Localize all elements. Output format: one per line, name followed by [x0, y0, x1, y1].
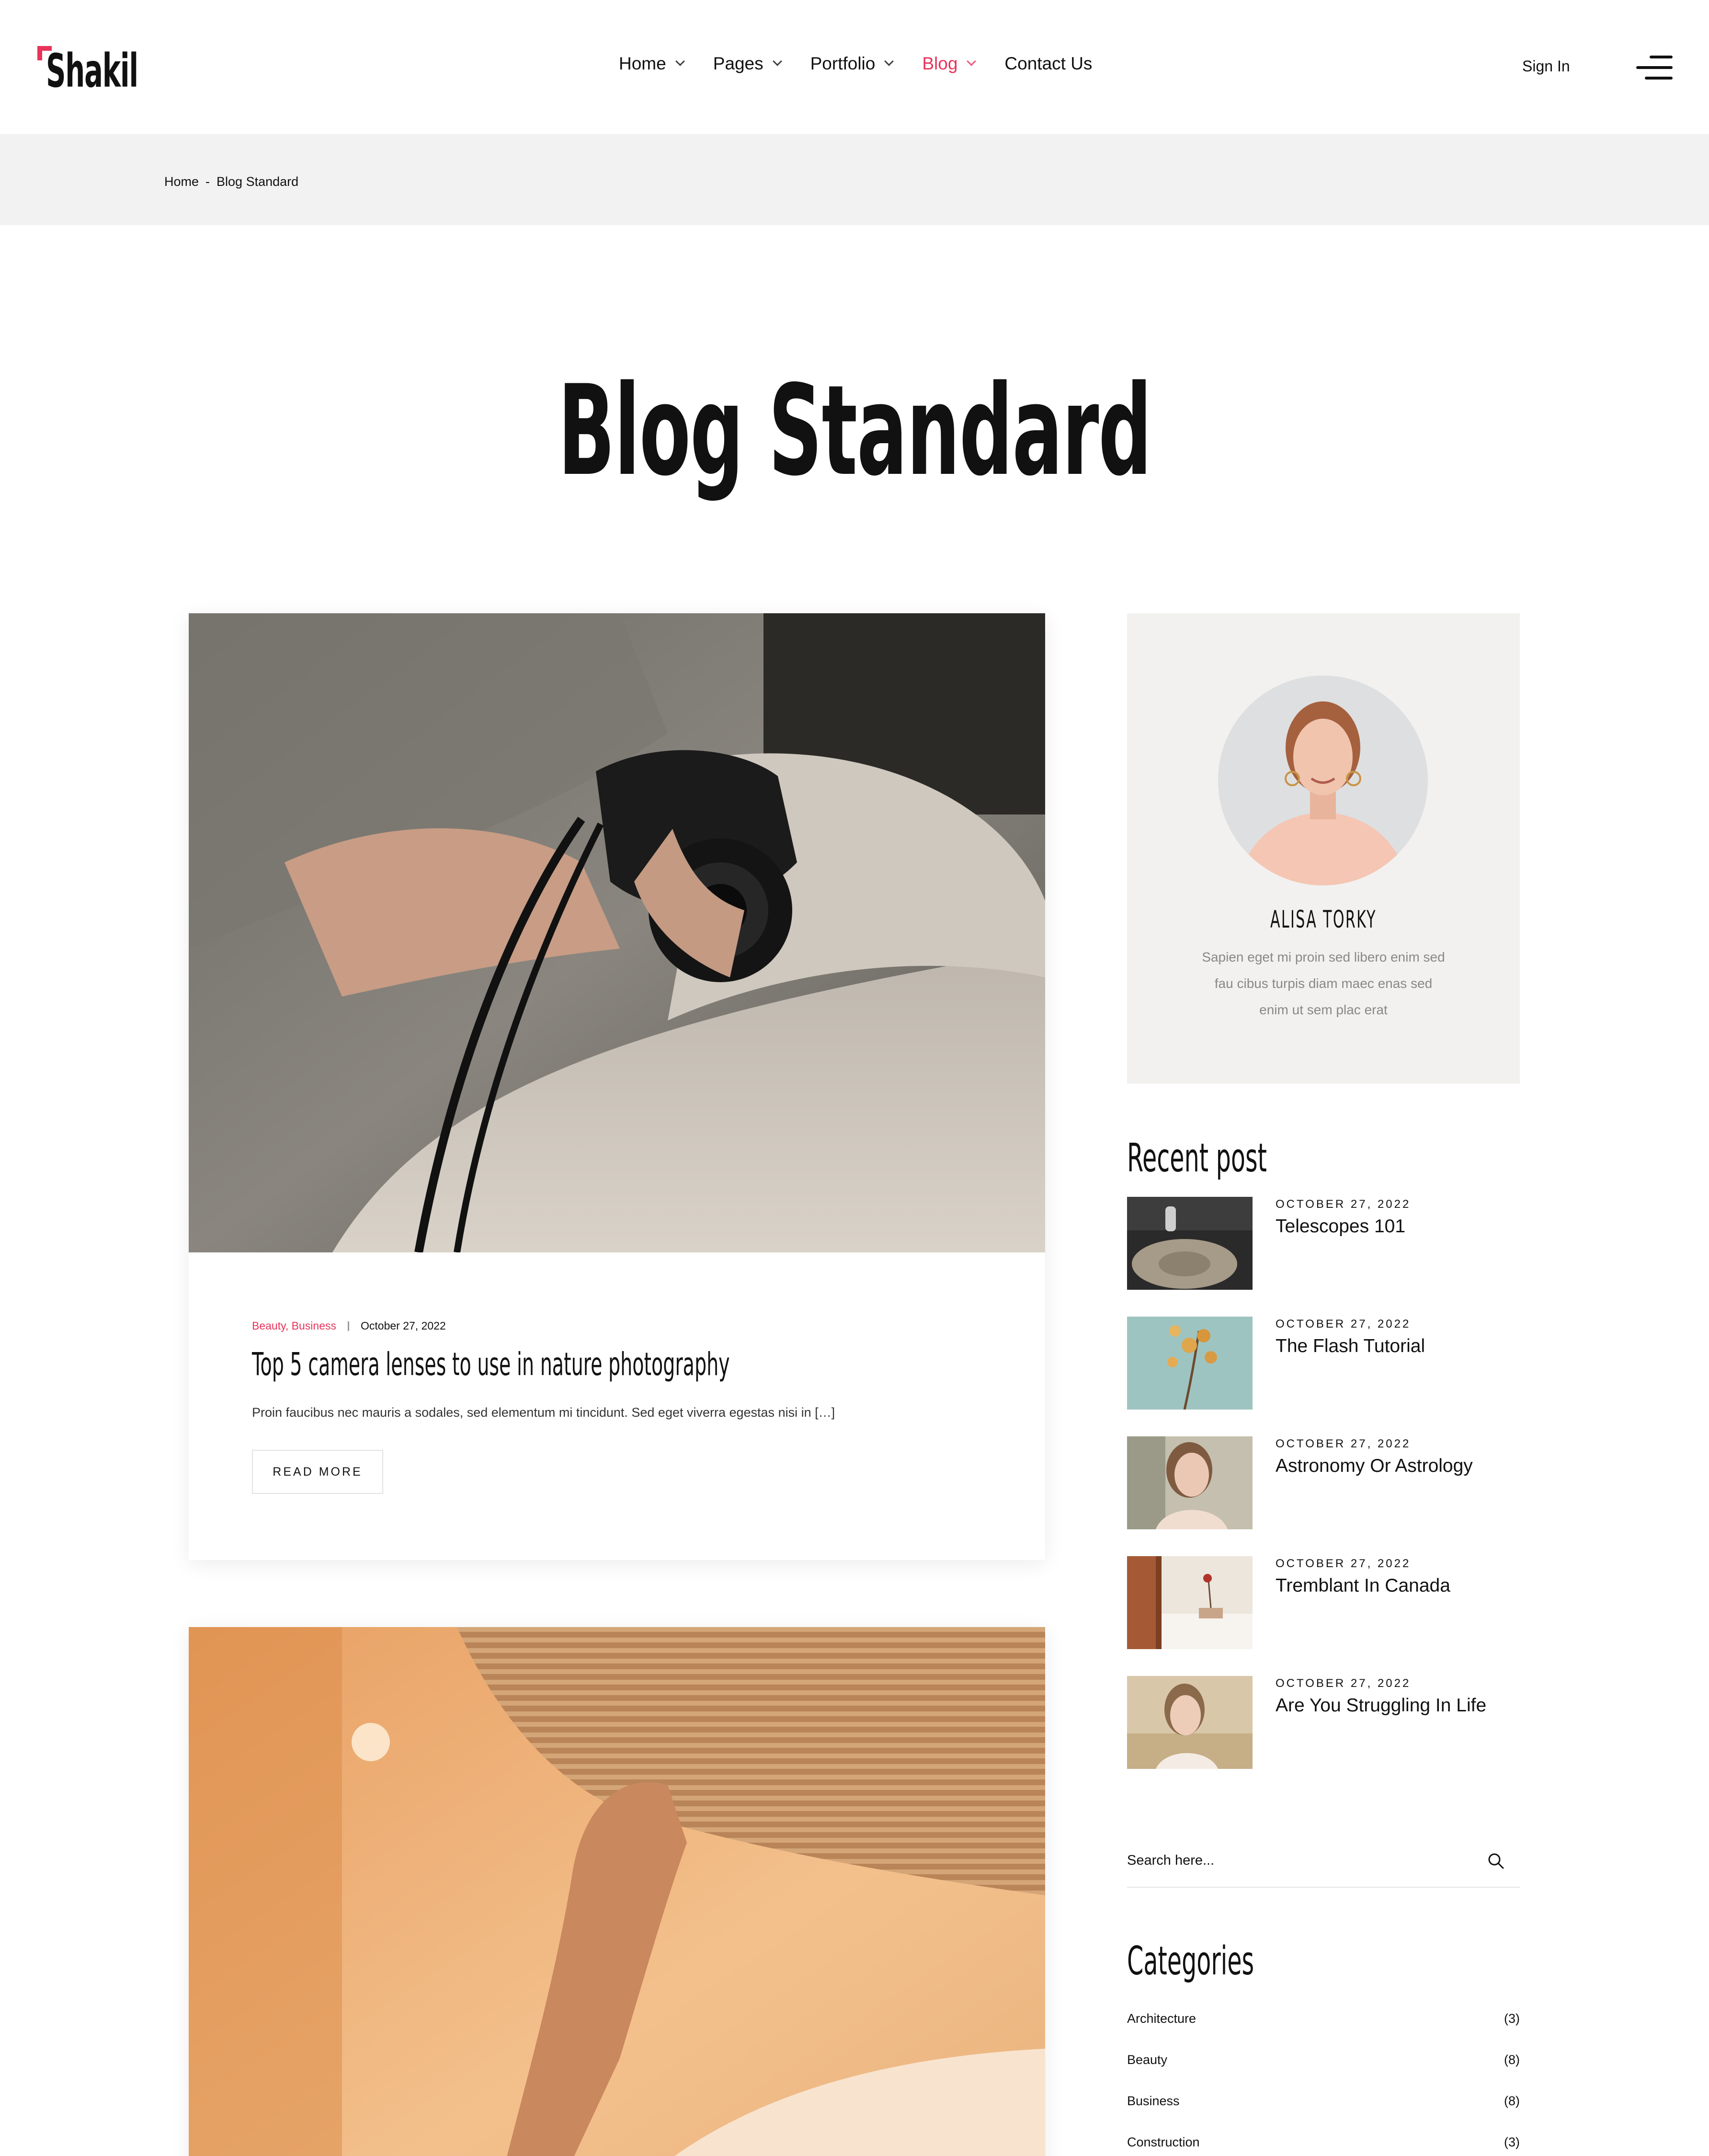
post-card: Beauty, Business October 27, 2022 Top 5 …	[189, 613, 1045, 1560]
meta-divider	[348, 1321, 350, 1331]
avatar	[1218, 676, 1428, 885]
hamburger-menu-icon[interactable]	[1636, 56, 1673, 80]
search-icon[interactable]	[1486, 1851, 1505, 1870]
category-name[interactable]: Architecture	[1127, 2011, 1196, 2026]
logo-text: Shakil	[46, 44, 138, 98]
woman-thumb-image	[1127, 1436, 1253, 1529]
nav-item-label: Pages	[713, 54, 763, 73]
category-item[interactable]: Construction (3)	[1127, 2135, 1520, 2156]
author-bio: Sapien eget mi proin sed libero enim sed…	[1185, 944, 1462, 1023]
chevron-down-icon	[967, 57, 977, 66]
breadcrumb: Home - Blog Standard	[164, 174, 298, 189]
author-card: ALISA TORKY Sapien eget mi proin sed lib…	[1127, 613, 1520, 1084]
category-count: (8)	[1504, 2053, 1520, 2067]
breadcrumb-home[interactable]: Home	[164, 174, 199, 189]
nav-item-label: Home	[619, 54, 666, 73]
nav-item-pages[interactable]: Pages	[713, 54, 782, 74]
post-image-hat[interactable]	[189, 1627, 1045, 2156]
category-name[interactable]: Construction	[1127, 2135, 1200, 2149]
category-item[interactable]: Beauty (8)	[1127, 2053, 1520, 2076]
author-bio-line: enim ut sem plac erat	[1259, 1002, 1388, 1017]
breadcrumb-separator: -	[205, 174, 210, 189]
category-item[interactable]: Business (8)	[1127, 2094, 1520, 2118]
post-excerpt: Proin faucibus nec mauris a sodales, sed…	[252, 1405, 835, 1420]
sign-in-link[interactable]: Sign In	[1522, 57, 1570, 75]
page-title-wrap: Blog Standard	[0, 369, 1709, 493]
recent-post-heading-wrap: Recent post	[1127, 1135, 1360, 1181]
main-nav: Home Pages Portfolio Blog Contact Us	[619, 54, 1122, 74]
bedroom-thumb-image	[1127, 1556, 1253, 1649]
field-thumb-image	[1127, 1676, 1253, 1769]
nav-item-home[interactable]: Home	[619, 54, 685, 74]
post-image-camera[interactable]	[189, 613, 1045, 1252]
nav-item-blog[interactable]: Blog	[922, 54, 977, 74]
camera-photo-image	[189, 613, 1045, 1252]
category-name[interactable]: Business	[1127, 2094, 1180, 2108]
recent-post-title[interactable]: Are You Struggling In Life	[1276, 1695, 1486, 1716]
recent-post-date: OCTOBER 27, 2022	[1276, 1198, 1411, 1211]
hat-photo-image	[189, 1627, 1045, 2156]
recent-post-thumb[interactable]	[1127, 1197, 1253, 1290]
recent-post-title[interactable]: Telescopes 101	[1276, 1216, 1405, 1237]
recent-post-thumb[interactable]	[1127, 1556, 1253, 1649]
categories-heading: Categories	[1127, 1938, 1254, 1984]
post-card	[189, 1627, 1045, 2156]
post-categories[interactable]: Beauty, Business	[252, 1319, 336, 1332]
chevron-down-icon	[772, 57, 782, 66]
chevron-down-icon	[884, 57, 894, 66]
nav-item-label: Portfolio	[810, 54, 876, 73]
recent-post-title[interactable]: The Flash Tutorial	[1276, 1336, 1425, 1357]
recent-post-date: OCTOBER 27, 2022	[1276, 1437, 1411, 1450]
chevron-down-icon	[675, 57, 685, 66]
recent-post-item[interactable]: OCTOBER 27, 2022 Are You Struggling In L…	[1127, 1676, 1520, 1769]
category-count: (8)	[1504, 2094, 1520, 2108]
post-title[interactable]: Top 5 camera lenses to use in nature pho…	[252, 1346, 730, 1383]
sidebar-search	[1127, 1835, 1520, 1888]
recent-post-heading: Recent post	[1127, 1135, 1267, 1181]
recent-post-date: OCTOBER 27, 2022	[1276, 1677, 1411, 1690]
recent-post-title[interactable]: Astronomy Or Astrology	[1276, 1456, 1473, 1477]
post-title-wrap: Top 5 camera lenses to use in nature pho…	[252, 1346, 982, 1384]
search-input[interactable]	[1127, 1848, 1462, 1872]
category-item[interactable]: Architecture (3)	[1127, 2011, 1520, 2035]
recent-post-thumb[interactable]	[1127, 1436, 1253, 1529]
author-bio-line: fau cibus turpis diam maec enas sed	[1214, 976, 1433, 991]
recent-post-item[interactable]: OCTOBER 27, 2022 Telescopes 101	[1127, 1197, 1520, 1290]
post-meta: Beauty, Business October 27, 2022	[252, 1319, 982, 1332]
telescope-thumb-image	[1127, 1197, 1253, 1290]
category-name[interactable]: Beauty	[1127, 2053, 1167, 2067]
categories-heading-wrap: Categories	[1127, 1938, 1339, 1984]
author-name-wrap: ALISA TORKY	[1127, 906, 1520, 933]
nav-item-label: Blog	[922, 54, 958, 73]
recent-post-title[interactable]: Tremblant In Canada	[1276, 1575, 1450, 1596]
breadcrumb-current: Blog Standard	[216, 174, 299, 189]
author-avatar-image	[1218, 676, 1428, 885]
category-count: (3)	[1504, 2135, 1520, 2149]
nav-item-contact[interactable]: Contact Us	[1004, 54, 1092, 74]
site-header: Shakil Home Pages Portfolio Blog Contact…	[0, 0, 1709, 134]
flower-thumb-image	[1127, 1317, 1253, 1410]
recent-post-thumb[interactable]	[1127, 1317, 1253, 1410]
breadcrumb-bar: Home - Blog Standard	[0, 134, 1709, 225]
post-date: October 27, 2022	[361, 1319, 446, 1332]
recent-post-item[interactable]: OCTOBER 27, 2022 Astronomy Or Astrology	[1127, 1436, 1520, 1529]
recent-post-item[interactable]: OCTOBER 27, 2022 Tremblant In Canada	[1127, 1556, 1520, 1649]
recent-post-date: OCTOBER 27, 2022	[1276, 1318, 1411, 1330]
category-count: (3)	[1504, 2011, 1520, 2026]
page-title: Blog Standard	[558, 359, 1152, 504]
recent-post-thumb[interactable]	[1127, 1676, 1253, 1769]
read-more-button[interactable]: READ MORE	[252, 1450, 383, 1494]
nav-item-portfolio[interactable]: Portfolio	[810, 54, 894, 74]
nav-item-label: Contact Us	[1004, 54, 1093, 73]
recent-post-item[interactable]: OCTOBER 27, 2022 The Flash Tutorial	[1127, 1317, 1520, 1410]
author-name: ALISA TORKY	[1270, 906, 1377, 933]
author-bio-line: Sapien eget mi proin sed libero enim sed	[1202, 950, 1445, 964]
post-body: Beauty, Business October 27, 2022 Top 5 …	[252, 1319, 982, 1494]
recent-post-date: OCTOBER 27, 2022	[1276, 1557, 1411, 1570]
